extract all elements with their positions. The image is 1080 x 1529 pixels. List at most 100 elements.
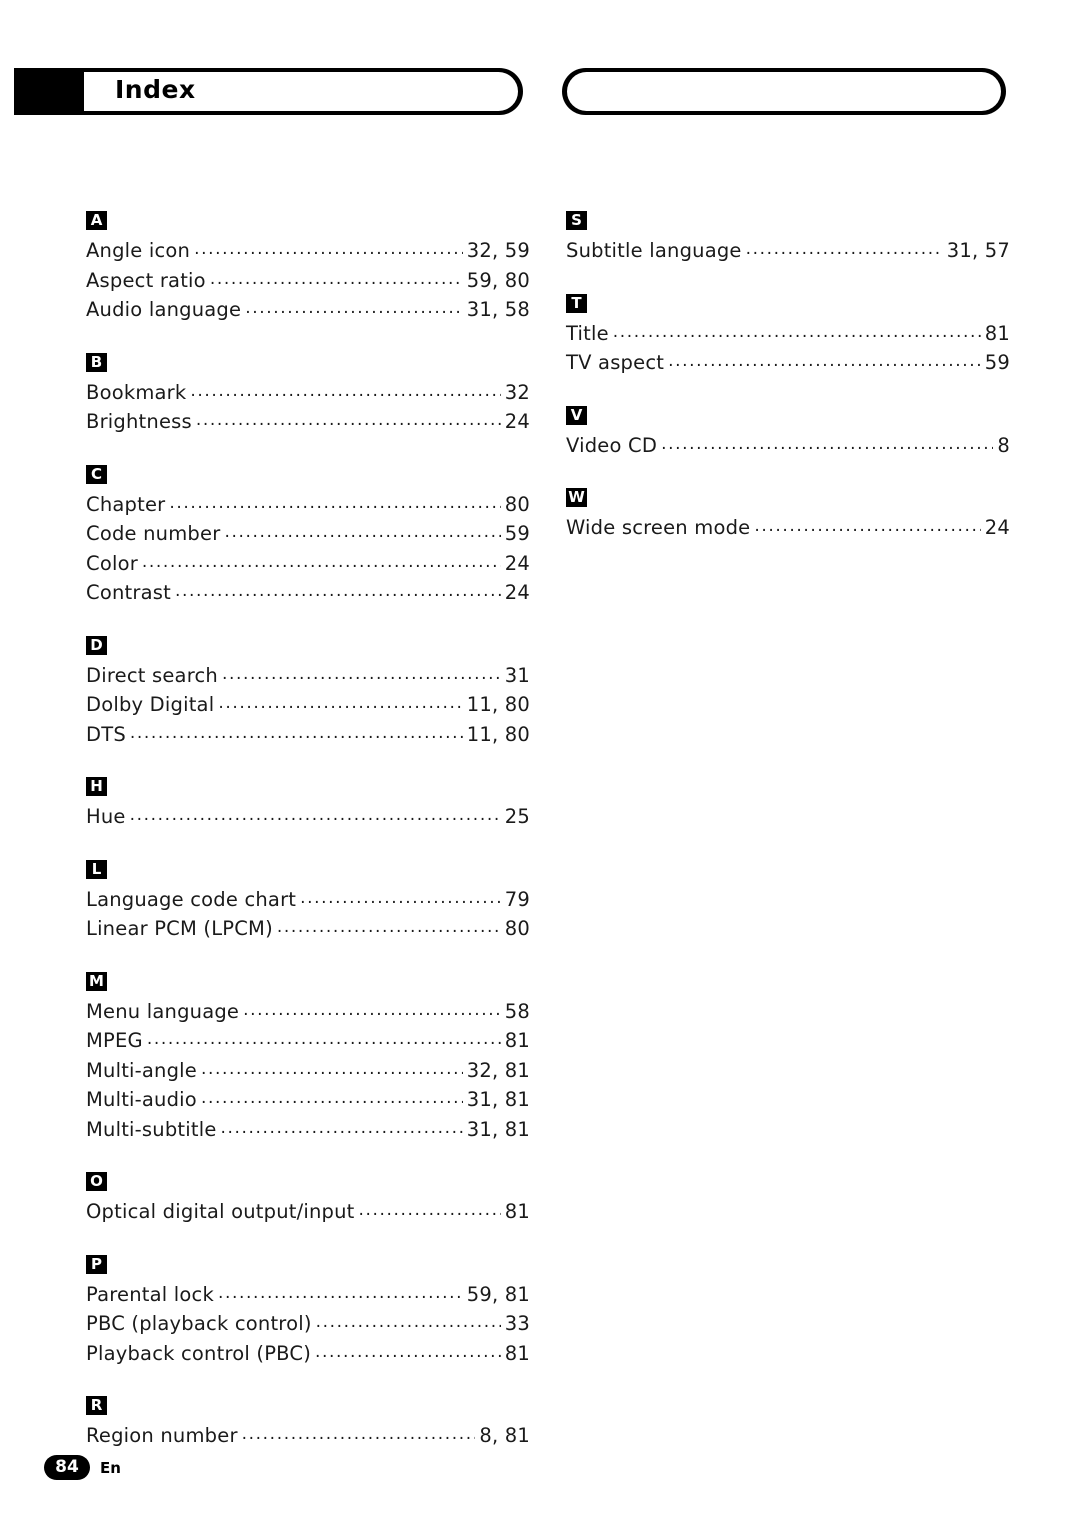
index-entry-page: 11, 80 (466, 722, 530, 746)
index-entry-term: Linear PCM (LPCM) (86, 917, 273, 940)
index-entry-term: Code number (86, 522, 221, 545)
index-entry[interactable]: Video CD................................… (566, 432, 1010, 462)
index-entry-term: Optical digital output/input (86, 1200, 355, 1223)
index-letter-group: P Parental lock..........................… (86, 1254, 530, 1370)
index-entry-page: 81 (504, 1200, 530, 1223)
index-entry[interactable]: Aspect ratio............................… (86, 267, 530, 297)
index-entry[interactable]: Audio language..........................… (86, 296, 530, 326)
index-entry-leader-dots: ........................................… (276, 917, 501, 937)
index-entry-leader-dots: ........................................… (754, 516, 980, 536)
index-entry-leader-dots: ........................................… (174, 581, 501, 601)
index-entry-page: 11, 80 (466, 693, 530, 716)
index-entry-page: 24 (984, 516, 1010, 539)
index-entry-page: 81 (504, 1029, 530, 1052)
index-entry-term: Color (86, 551, 138, 575)
index-entry-leader-dots: ........................................… (194, 239, 463, 259)
index-entry[interactable]: Contrast................................… (86, 579, 530, 609)
index-entry[interactable]: Language code chart.....................… (86, 886, 530, 916)
index-letter-badge: D (86, 635, 107, 655)
index-entry[interactable]: Chapter.................................… (86, 491, 530, 521)
index-letter-group: T Title..................................… (566, 293, 1010, 379)
index-entry-leader-dots: ........................................… (245, 298, 463, 318)
index-entry-leader-dots: ........................................… (146, 1029, 501, 1049)
index-entry-page: 8, 81 (479, 1424, 530, 1447)
index-entry[interactable]: Bookmark................................… (86, 379, 530, 409)
index-entry-term: Wide screen mode (566, 516, 751, 539)
index-entry-leader-dots: ........................................… (745, 239, 943, 259)
index-entry[interactable]: Multi-audio.............................… (86, 1086, 530, 1116)
index-entry[interactable]: Brightness..............................… (86, 408, 530, 438)
index-letter-group: V Video CD...............................… (566, 405, 1010, 462)
index-entry-term: Multi-subtitle (86, 1117, 217, 1141)
index-entry-page: 32 (504, 380, 530, 404)
index-group-spacer (86, 750, 530, 776)
index-entry-page: 80 (504, 917, 530, 940)
index-entry[interactable]: Hue.....................................… (86, 803, 530, 833)
index-entry-leader-dots: ........................................… (195, 410, 501, 430)
index-letter-badge: M (86, 971, 107, 991)
index-entry-page: 81 (504, 1341, 530, 1365)
index-entry-leader-dots: ........................................… (668, 351, 981, 371)
index-entry-term: Chapter (86, 492, 166, 516)
index-entry[interactable]: Subtitle language.......................… (566, 237, 1010, 267)
index-letter-group: D Direct search..........................… (86, 635, 530, 751)
index-entry-page: 31 (504, 663, 530, 687)
index-entry-page: 24 (504, 581, 530, 604)
page-title: Index (115, 75, 196, 104)
page-number: 84 (44, 1455, 90, 1480)
index-entry-page: 31, 58 (466, 298, 530, 321)
index-entry-page: 59, 80 (466, 268, 530, 292)
index-entry-leader-dots: ........................................… (661, 433, 993, 454)
index-letter-badge: V (566, 405, 587, 425)
index-letter-group: M Menu language..........................… (86, 971, 530, 1146)
index-entry[interactable]: Playback control (PBC)..................… (86, 1340, 530, 1370)
index-entry[interactable]: Wide screen mode........................… (566, 514, 1010, 544)
index-entry[interactable]: TV aspect...............................… (566, 349, 1010, 379)
index-entry-leader-dots: ........................................… (201, 1058, 463, 1079)
index-entry-term: Language code chart (86, 887, 297, 911)
index-entry[interactable]: Dolby Digital...........................… (86, 691, 530, 721)
index-entry[interactable]: Code number.............................… (86, 520, 530, 550)
index-entry-leader-dots: ........................................… (129, 722, 463, 743)
index-entry[interactable]: Angle icon..............................… (86, 237, 530, 267)
index-entry-term: Playback control (PBC) (86, 1341, 312, 1365)
index-entry-leader-dots: ........................................… (220, 1117, 463, 1138)
index-entry[interactable]: Multi-subtitle..........................… (86, 1116, 530, 1146)
index-entry-page: 33 (504, 1312, 530, 1335)
index-letter-group: H Hue....................................… (86, 776, 530, 833)
index-entry-page: 8 (997, 433, 1010, 457)
index-entry[interactable]: Multi-angle.............................… (86, 1057, 530, 1087)
index-entry[interactable]: Color...................................… (86, 550, 530, 580)
index-entry[interactable]: PBC (playback control)..................… (86, 1310, 530, 1340)
index-letter-badge: O (86, 1172, 107, 1191)
index-entry-page: 32, 59 (466, 239, 530, 262)
index-entry[interactable]: Parental lock...........................… (86, 1281, 530, 1311)
index-entry-leader-dots: ........................................… (169, 492, 500, 513)
index-entry-term: Video CD (566, 433, 658, 457)
index-letter-badge: R (86, 1396, 107, 1415)
index-letter-badge: W (566, 488, 587, 507)
index-letter-group: W Wide screen mode.......................… (566, 487, 1010, 544)
index-entry-term: Subtitle language (566, 239, 742, 262)
index-entry[interactable]: Direct search...........................… (86, 662, 530, 692)
index-entry[interactable]: Region number...........................… (86, 1422, 530, 1452)
index-letter-badge: P (86, 1254, 107, 1274)
index-entry-leader-dots: ........................................… (612, 321, 981, 342)
index-entry-page: 31, 81 (466, 1117, 530, 1141)
index-entry-term: Region number (86, 1424, 238, 1447)
index-entry[interactable]: DTS.....................................… (86, 721, 530, 751)
index-group-spacer (86, 833, 530, 859)
index-entry[interactable]: Linear PCM (LPCM).......................… (86, 915, 530, 945)
index-entry-term: Direct search (86, 663, 218, 687)
index-entry[interactable]: Menu language...........................… (86, 998, 530, 1028)
index-letter-group: A Angle icon.............................… (86, 210, 530, 326)
index-entry[interactable]: Optical digital output/input............… (86, 1198, 530, 1228)
index-entry-leader-dots: ........................................… (217, 1282, 463, 1303)
index-entry[interactable]: Title...................................… (566, 320, 1010, 350)
header-black-tab (14, 68, 86, 115)
index-entry-page: 59, 81 (466, 1282, 530, 1306)
index-entry[interactable]: MPEG....................................… (86, 1027, 530, 1057)
index-entry-term: Multi-audio (86, 1088, 197, 1111)
index-group-spacer (566, 379, 1010, 405)
index-entry-page: 24 (504, 410, 530, 433)
